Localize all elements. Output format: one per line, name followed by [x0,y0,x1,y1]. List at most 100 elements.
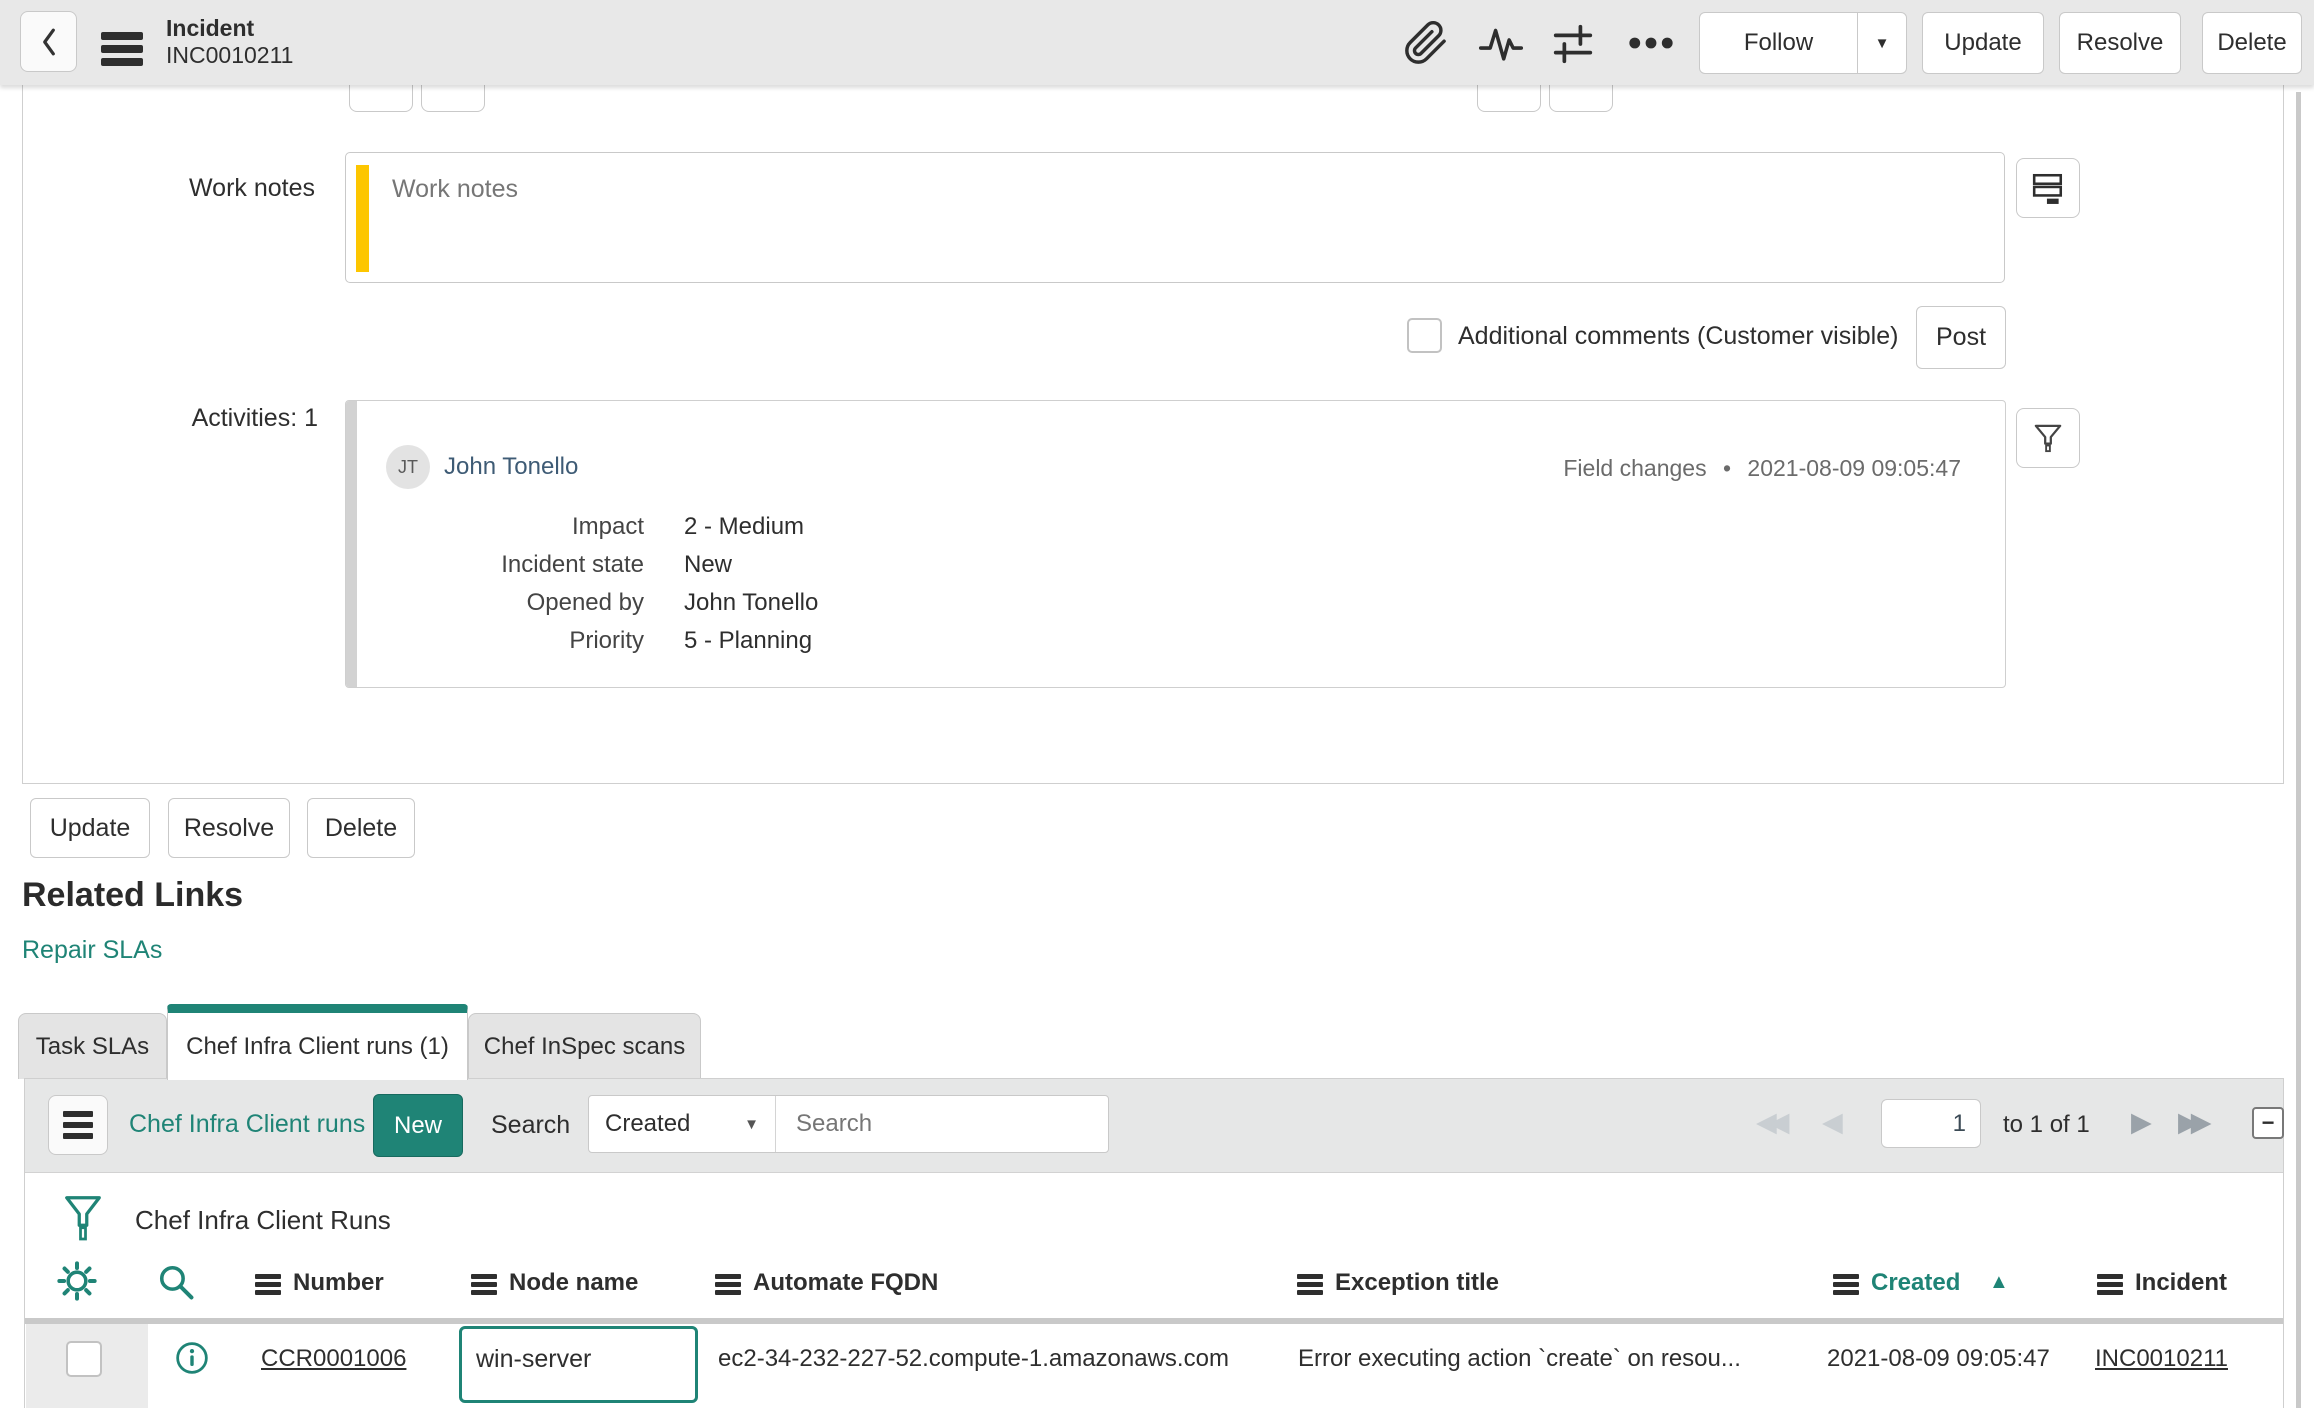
resolve-button-label: Resolve [183,813,275,842]
header-bar: Incident INC0010211 Follow ▼ Update Reso… [0,0,2314,85]
work-notes-label: Work notes [189,174,315,202]
record-number-label: INC0010211 [166,42,294,68]
search-column-select[interactable]: Created ▼ [589,1096,776,1152]
field-change-value: New [684,551,733,578]
column-header-automate-fqdn[interactable]: Automate FQDN [753,1269,938,1297]
next-page-button[interactable]: ▶ [2131,1109,2152,1136]
search-label: Search [491,1111,571,1139]
activity-meta: Field changes • 2021-08-09 09:05:47 [1563,455,1961,482]
activity-card: JT John Tonello Field changes • 2021-08-… [345,400,2006,688]
follow-button-label: Follow [1743,29,1814,56]
page-range-text: to 1 of 1 [2003,1111,2090,1138]
tab-label: Chef InSpec scans [483,1032,686,1060]
additional-comments-label: Additional comments (Customer visible) [1458,322,1899,350]
chevron-down-icon: ▼ [744,1115,759,1133]
column-menu-icon[interactable] [1297,1271,1323,1298]
search-combo: Created ▼ [588,1095,1109,1153]
row-created: 2021-08-09 09:05:47 [1827,1345,2050,1372]
row-checkbox[interactable] [66,1341,102,1377]
field-change-value: John Tonello [684,589,819,616]
record-type-label: Incident [166,15,255,41]
avatar: JT [386,445,430,489]
more-options-icon[interactable] [1628,36,1674,55]
column-menu-icon[interactable] [471,1271,497,1298]
row-incident-link[interactable]: INC0010211 [2095,1345,2228,1373]
clipped-button[interactable] [349,85,413,112]
related-links-title: Related Links [22,876,244,914]
column-menu-icon[interactable] [715,1271,741,1298]
delete-button-label: Delete [2217,29,2287,56]
column-header-node-name[interactable]: Node name [509,1269,638,1297]
previous-page-button[interactable]: ◀ [1822,1109,1843,1136]
resolve-button-label: Resolve [2076,29,2164,56]
new-button[interactable]: New [373,1094,463,1157]
column-header-number[interactable]: Number [293,1269,384,1297]
sort-ascending-icon[interactable]: ▲ [1989,1271,2009,1294]
repair-slas-link[interactable]: Repair SLAs [22,936,162,965]
collapse-list-button[interactable]: − [2252,1107,2284,1139]
row-info-icon[interactable] [175,1341,209,1380]
update-button-label: Update [49,813,131,842]
first-page-button[interactable]: ◀◀ [1756,1109,1789,1136]
funnel-icon [2034,424,2062,453]
field-change-value: 5 - Planning [684,627,813,654]
field-change-label: Priority [569,627,644,654]
update-button-footer[interactable]: Update [30,798,150,858]
column-menu-icon[interactable] [2097,1271,2123,1298]
chef-infra-client-runs-list: Chef Infra Client runs New Search Create… [24,1078,2284,1408]
tab-chef-infra-client-runs[interactable]: Chef Infra Client runs (1) [167,1004,468,1080]
list-context-menu-button[interactable] [48,1095,108,1155]
gear-icon[interactable] [57,1261,97,1306]
row-node-name-cell[interactable]: win-server [459,1326,698,1403]
attachment-icon[interactable] [1403,20,1449,71]
field-change-value: 2 - Medium [684,513,805,540]
follow-dropdown-button[interactable]: ▼ [1858,13,1906,73]
column-header-incident[interactable]: Incident [2135,1269,2227,1297]
back-button[interactable] [20,11,77,72]
list-toolbar: Chef Infra Client runs New Search Create… [25,1079,2284,1173]
activity-timestamp: 2021-08-09 09:05:47 [1747,455,1961,481]
page-title: Incident INC0010211 [166,15,293,69]
update-button-header[interactable]: Update [1922,12,2044,74]
page-number-input[interactable] [1881,1099,1981,1148]
delete-button-footer[interactable]: Delete [307,798,415,858]
column-header-exception-title[interactable]: Exception title [1335,1269,1499,1297]
list-filter-button[interactable] [63,1193,103,1250]
toggle-activity-stream-button[interactable] [2016,158,2080,218]
column-menu-icon[interactable] [1833,1271,1859,1298]
clipped-button[interactable] [421,85,485,112]
clipped-button[interactable] [1549,85,1613,112]
work-notes-textarea[interactable] [345,152,2005,283]
clipped-button[interactable] [1477,85,1541,112]
search-input[interactable] [776,1096,1108,1152]
tab-chef-inspec-scans[interactable]: Chef InSpec scans [468,1013,701,1079]
minus-icon: − [2261,1110,2275,1135]
delete-button-header[interactable]: Delete [2202,12,2302,74]
activity-stream-icon[interactable] [1478,26,1524,67]
new-button-label: New [393,1111,442,1139]
resolve-button-header[interactable]: Resolve [2059,12,2181,74]
activity-author-link[interactable]: John Tonello [444,453,578,481]
post-button-label: Post [1935,323,1987,351]
dot-separator: • [1722,455,1732,481]
funnel-icon [65,1196,101,1241]
search-column-value: Created [605,1110,691,1137]
personalize-form-icon[interactable] [1552,24,1594,69]
column-header-created[interactable]: Created [1871,1269,1960,1297]
column-menu-icon[interactable] [255,1271,281,1298]
follow-button[interactable]: Follow [1700,13,1858,73]
activity-type-label: Field changes [1563,455,1707,481]
additional-comments-checkbox[interactable] [1407,318,1442,353]
list-title-link[interactable]: Chef Infra Client runs [129,1110,365,1139]
context-menu-icon[interactable] [101,27,143,71]
resolve-button-footer[interactable]: Resolve [168,798,290,858]
last-page-button[interactable]: ▶▶ [2178,1109,2211,1136]
vertical-scrollbar[interactable] [2296,92,2301,1408]
search-icon[interactable] [157,1263,195,1306]
post-button[interactable]: Post [1916,306,2006,369]
tab-task-slas[interactable]: Task SLAs [18,1013,167,1079]
table-title: Chef Infra Client Runs [135,1205,391,1235]
field-change-label: Opened by [526,589,644,616]
row-number-link[interactable]: CCR0001006 [261,1345,406,1373]
activity-filter-button[interactable] [2016,408,2080,468]
